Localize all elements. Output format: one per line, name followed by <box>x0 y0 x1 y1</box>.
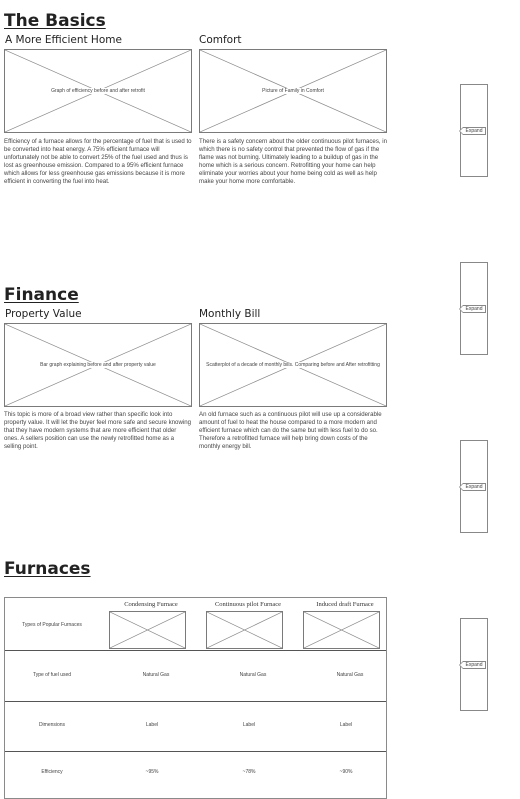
expand-tab[interactable]: Expand <box>459 660 486 669</box>
table-cell: Label <box>145 722 159 728</box>
column-header-induced-draft: Induced draft Furnace <box>316 601 374 608</box>
image-placeholder-property-value-graph: Bar graph explaining before and after pr… <box>4 323 192 407</box>
heading-efficient-home: A More Efficient Home <box>5 34 122 46</box>
row-divider <box>5 751 386 752</box>
table-cell: Label <box>242 722 256 728</box>
side-panel-finance: Expand <box>459 262 488 355</box>
image-placeholder-efficiency-graph: Graph of efficiency before and after ret… <box>4 49 192 133</box>
row-label-efficiency: Efficiency <box>41 769 63 775</box>
column-header-condensing: Condensing Furnace <box>124 601 178 608</box>
section-title-furnaces: Furnaces <box>4 559 91 579</box>
row-divider <box>5 650 386 651</box>
table-cell: Natural Gas <box>239 672 267 678</box>
heading-monthly-bill: Monthly Bill <box>199 308 261 320</box>
paragraph-property-value: This topic is more of a broad view rathe… <box>4 411 191 450</box>
image-placeholder-condensing-furnace <box>109 611 186 649</box>
column-header-continuous-pilot: Continuous pilot Furnace <box>214 601 282 608</box>
image-placeholder-induced-draft-furnace <box>303 611 380 649</box>
side-panel-furnaces: Expand <box>459 618 488 711</box>
image-caption: Scatterplot of a decade of monthly bills… <box>205 362 381 368</box>
paragraph-comfort: There is a safety concern about the olde… <box>199 138 388 185</box>
paragraph-monthly-bill: An old furnace such as a continuous pilo… <box>199 411 382 450</box>
heading-comfort: Comfort <box>199 34 242 46</box>
expand-tab[interactable]: Expand <box>459 126 486 135</box>
table-cell: ~95% <box>145 769 159 775</box>
heading-property-value: Property Value <box>5 308 82 320</box>
image-placeholder-family-comfort: Picture of Family in Comfort <box>199 49 387 133</box>
row-label-fuel: Type of fuel used <box>32 672 72 678</box>
side-panel-middle: Expand <box>459 440 488 533</box>
table-cell: ~78% <box>242 769 256 775</box>
row-label-dimensions: Dimensions <box>38 722 66 728</box>
paragraph-efficient-home: Efficiency of a furnace allows for the p… <box>4 138 192 185</box>
section-title-finance: Finance <box>4 285 79 305</box>
image-caption: Graph of efficiency before and after ret… <box>50 88 146 94</box>
image-placeholder-monthly-bill-scatterplot: Scatterplot of a decade of monthly bills… <box>199 323 387 407</box>
table-cell: ~90% <box>339 769 353 775</box>
table-cell: Natural Gas <box>142 672 170 678</box>
expand-tab[interactable]: Expand <box>459 482 486 491</box>
image-placeholder-continuous-pilot-furnace <box>206 611 283 649</box>
image-caption: Picture of Family in Comfort <box>261 88 325 94</box>
section-title-basics: The Basics <box>4 11 106 31</box>
image-caption: Bar graph explaining before and after pr… <box>39 362 157 368</box>
row-label-types: Types of Popular Furnaces <box>22 622 82 628</box>
furnace-comparison-table: Condensing Furnace Continuous pilot Furn… <box>4 597 387 799</box>
row-divider <box>5 701 386 702</box>
table-cell: Natural Gas <box>336 672 364 678</box>
table-cell: Label <box>339 722 353 728</box>
expand-tab[interactable]: Expand <box>459 304 486 313</box>
side-panel-basics: Expand <box>459 84 488 177</box>
